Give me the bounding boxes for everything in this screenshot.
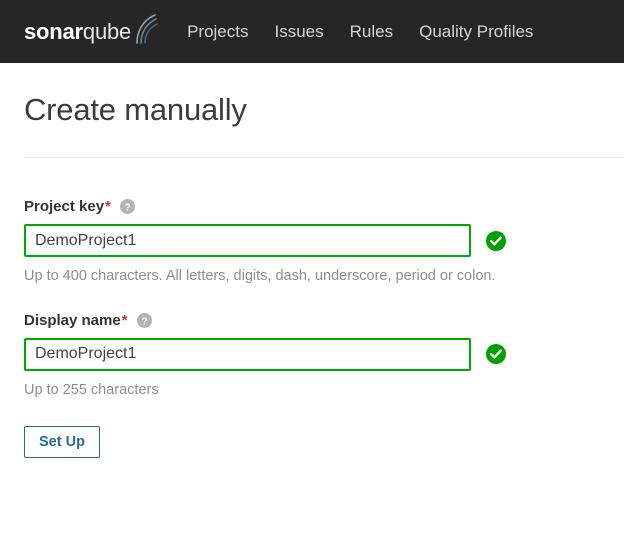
page-title: Create manually (24, 92, 247, 127)
display-name-required-marker: * (121, 311, 128, 329)
nav-link-issues[interactable]: Issues (275, 22, 324, 42)
question-circle-icon[interactable]: ? (119, 199, 135, 215)
question-circle-icon[interactable]: ? (136, 312, 152, 328)
logo-wordmark: sonarqube (24, 18, 132, 44)
display-name-label: Display name * ? (24, 312, 600, 329)
set-up-button[interactable]: Set Up (24, 425, 100, 459)
field-group-project-key: Project key* ? Up to 400 characte (24, 198, 600, 286)
sonarqube-logo[interactable]: sonarqube (24, 13, 161, 49)
display-name-input-row (24, 337, 600, 371)
project-key-required-marker: * (105, 198, 111, 216)
nav-link-quality-profiles[interactable]: Quality Profiles (419, 22, 533, 42)
display-name-input[interactable] (24, 337, 471, 371)
check-circle-icon (486, 230, 506, 251)
project-key-label: Project key * ? (24, 198, 600, 215)
check-circle-icon (486, 344, 506, 365)
nav-link-projects[interactable]: Projects (187, 22, 248, 42)
logo-text-sonar: sonar (24, 18, 83, 44)
project-key-hint: Up to 400 characters. All letters, digit… (24, 268, 496, 285)
display-name-hint: Up to 255 characters (24, 381, 159, 398)
logo-text-qube: qube (82, 18, 132, 44)
create-project-form: Project key* ? Up to 400 characte (24, 158, 600, 459)
svg-text:?: ? (141, 316, 147, 327)
field-group-display-name: Display name* ? Up to 255 charact (24, 312, 600, 400)
signal-arcs-icon (136, 13, 158, 44)
project-key-input[interactable] (24, 224, 471, 258)
project-key-input-row (24, 224, 600, 258)
main-nav-links: Projects Issues Rules Quality Profiles (187, 22, 533, 42)
nav-link-rules[interactable]: Rules (350, 22, 393, 42)
display-name-label-text: Display name (24, 311, 121, 329)
svg-text:?: ? (124, 202, 130, 213)
page-content: Create manually Project key * ? DemoProj… (0, 63, 624, 459)
project-key-label-text: Project key (24, 198, 105, 216)
top-navigation-bar: sonarqube Projects Issues Rules Quality … (0, 0, 624, 63)
